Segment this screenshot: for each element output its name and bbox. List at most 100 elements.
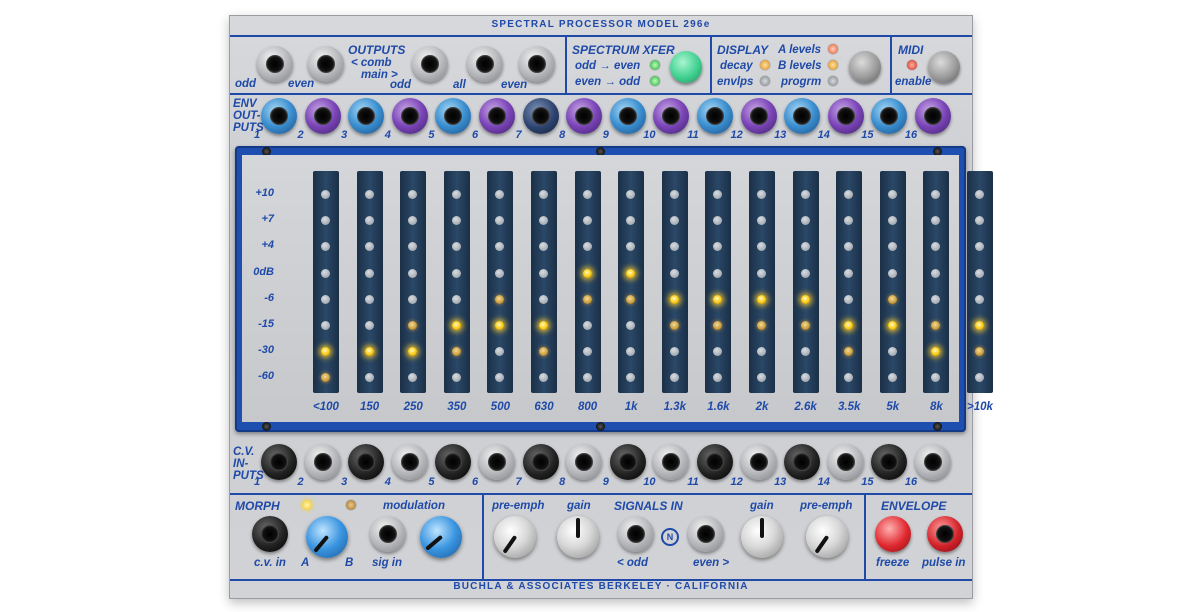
cv-input-jack[interactable] [522, 444, 559, 480]
midi-label: MIDI [898, 43, 924, 57]
meter-led [364, 294, 374, 304]
normal-link-icon: N [661, 528, 679, 546]
meter-led [408, 373, 418, 383]
meter-led [364, 347, 374, 357]
meter-led [975, 242, 984, 252]
output-even-main-jack[interactable] [519, 46, 555, 82]
meter-led [495, 242, 505, 252]
modulation-sig-in-jack[interactable] [370, 516, 406, 552]
cv-input-jack[interactable] [391, 444, 428, 480]
cv-input-jack[interactable] [653, 444, 690, 480]
output-all-label: all [453, 79, 466, 91]
freeze-button[interactable] [875, 516, 911, 552]
meter-led [582, 216, 592, 226]
meter-led [887, 321, 897, 330]
midi-enable-led [907, 60, 917, 70]
output-odd-main-jack[interactable] [412, 46, 448, 82]
cv-input-number: 15 [861, 476, 874, 488]
meter-led [626, 190, 636, 199]
meter-led [321, 216, 330, 226]
band-meter-track [618, 171, 645, 393]
outputs-label: OUTPUTS [348, 43, 406, 57]
envlps-led [760, 76, 770, 86]
output-even-comb-jack[interactable] [308, 46, 344, 82]
meter-led [539, 190, 548, 199]
meter-led [800, 321, 810, 330]
signals-in-odd-jack[interactable] [618, 516, 654, 552]
output-odd-comb-jack[interactable] [257, 46, 293, 82]
cv-input-jack[interactable] [566, 444, 603, 480]
output-even2-label: even [501, 79, 528, 91]
display-select-button[interactable] [849, 51, 881, 83]
meter-led [408, 242, 418, 252]
freeze-label: freeze [876, 557, 910, 569]
cv-input-jack[interactable] [261, 444, 297, 480]
cv-input-jack[interactable] [609, 444, 646, 480]
output-even-label: even [288, 78, 315, 90]
cv-input-number: 16 [904, 476, 918, 488]
scale-label: -15 [258, 318, 274, 330]
scale-label: +7 [261, 213, 274, 226]
meter-led [757, 242, 766, 252]
meter-led [321, 190, 330, 199]
band-frequency-label: 250 [403, 401, 423, 413]
meter-led [539, 242, 548, 252]
gain-right-knob[interactable] [741, 516, 783, 558]
band-frequency-label: 2.6k [794, 401, 817, 413]
pulse-in-jack[interactable] [927, 516, 963, 552]
meter-led [364, 216, 374, 226]
meter-led [451, 347, 461, 357]
cv-input-jack[interactable] [740, 444, 777, 480]
midi-enable-button[interactable] [928, 51, 960, 83]
output-all-jack[interactable] [467, 46, 503, 82]
meter-led [975, 321, 984, 330]
cv-input-jack[interactable] [784, 444, 821, 480]
meter-led [539, 268, 548, 278]
cv-input-number: 6 [471, 476, 479, 488]
meter-led [800, 373, 810, 383]
meter-led [800, 294, 810, 304]
morph-knob[interactable] [306, 516, 348, 558]
modulation-knob[interactable] [420, 516, 462, 558]
meter-led [539, 294, 548, 304]
cv-input-jack[interactable] [871, 444, 908, 480]
cv-input-jack[interactable] [697, 444, 733, 480]
header-divider [230, 35, 972, 37]
gain-left-knob[interactable] [557, 516, 599, 558]
pre-emph-left-knob[interactable] [494, 516, 536, 558]
meter-led [713, 190, 723, 199]
meter-led [669, 268, 679, 278]
decay-label: decay [720, 60, 753, 72]
meter-led [451, 242, 461, 252]
meter-led [321, 321, 330, 330]
band-meter-track [313, 171, 339, 393]
spectrum-xfer-button[interactable] [670, 51, 702, 83]
band-frequency-label: <100 [313, 401, 339, 413]
pre-emph-right-knob[interactable] [806, 516, 848, 558]
meter-led [975, 190, 984, 199]
morph-cv-in-jack[interactable] [252, 516, 288, 552]
sig-in-label: sig in [372, 557, 403, 569]
band-meter-track [923, 171, 950, 393]
envelope-label: ENVELOPE [881, 499, 947, 513]
cv-input-jack[interactable] [435, 444, 472, 480]
cv-input-jack[interactable] [304, 444, 341, 480]
cv-input-jack[interactable] [915, 444, 951, 480]
spectrum-xfer-label: SPECTRUM XFER [572, 43, 675, 57]
cv-input-jack[interactable] [348, 444, 385, 480]
meter-led [844, 347, 854, 357]
band-frequency-label: 150 [360, 401, 380, 413]
scale-label: -30 [258, 344, 274, 357]
band-frequency-label: 3.5k [837, 401, 861, 413]
meter-led [626, 321, 636, 330]
meter-led [451, 294, 461, 304]
output-odd-label: odd [235, 78, 257, 90]
meter-led [931, 242, 941, 252]
signals-in-even-jack[interactable] [688, 516, 724, 552]
cv-input-jack[interactable] [479, 444, 515, 480]
comb-label: < comb [351, 57, 392, 69]
scale-label: -6 [264, 291, 274, 304]
meter-led [975, 268, 984, 278]
cv-input-jack[interactable] [827, 444, 864, 480]
meter-led [975, 347, 984, 357]
